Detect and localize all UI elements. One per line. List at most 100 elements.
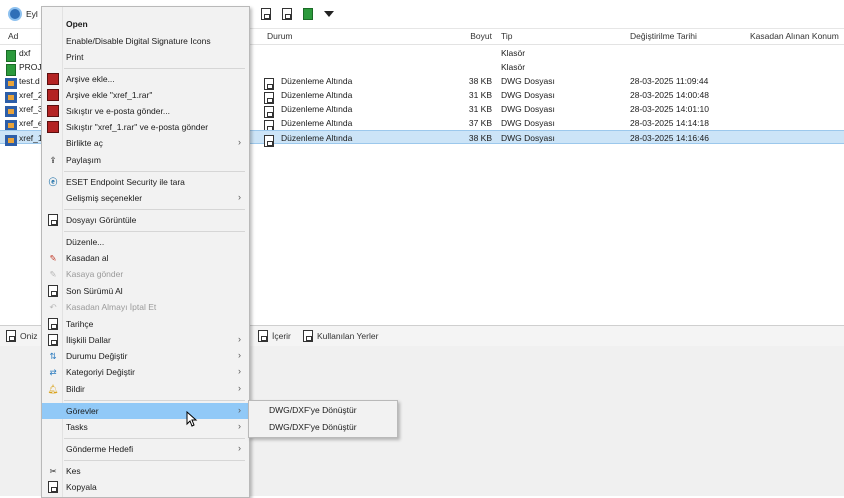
submenu-item-convert-dwg-dxf-2[interactable]: DWG/DXF'ye Dönüştür xyxy=(269,422,357,432)
menu-item-label: Tarihçe xyxy=(66,319,94,329)
row-type: Klasör xyxy=(501,48,526,58)
row-modified: 28-03-2025 14:00:48 xyxy=(630,90,709,100)
tab-where-used[interactable]: Kullanılan Yerler xyxy=(303,330,378,342)
menu-item-label: ESET Endpoint Security ile tara xyxy=(66,177,185,187)
row-modified: 28-03-2025 11:09:44 xyxy=(630,76,709,86)
tab-preview[interactable]: Oniz xyxy=(6,330,37,342)
col-modified[interactable]: Değiştirilme Tarihi xyxy=(630,31,697,41)
winrar-icon xyxy=(47,73,59,85)
properties-icon[interactable] xyxy=(261,8,271,20)
menu-item-label: Gönderme Hedefi xyxy=(66,444,134,454)
submenu-item-convert-dwg-dxf[interactable]: DWG/DXF'ye Dönüştür xyxy=(269,405,357,415)
menu-item-notify[interactable]: 🔔︎ Bildir › xyxy=(42,381,249,397)
menu-item-label: Düzenle... xyxy=(66,237,105,247)
submenu-arrow-icon: › xyxy=(238,405,241,415)
row-size: 37 KB xyxy=(468,118,492,128)
menu-item-label: Kes xyxy=(66,466,81,476)
row-status: Düzenleme Altında xyxy=(281,76,353,86)
submenu-arrow-icon: › xyxy=(238,334,241,344)
col-checkout[interactable]: Kasadan Alınan Konum xyxy=(750,31,839,41)
menu-item-label: Kasadan al xyxy=(66,253,109,263)
menu-separator xyxy=(64,400,245,401)
menu-item-add-archive-named[interactable]: Arşive ekle "xref_1.rar" xyxy=(42,87,249,103)
row-status: Düzenleme Altında xyxy=(281,118,353,128)
menu-item-compress-named-email[interactable]: Sıkıştır "xref_1.rar" ve e-posta gönder xyxy=(42,119,249,135)
vault-title[interactable]: Eyl xyxy=(8,7,38,21)
submenu-arrow-icon: › xyxy=(238,366,241,376)
winrar-icon xyxy=(47,89,59,101)
col-type[interactable]: Tip xyxy=(501,31,513,41)
exit-icon[interactable] xyxy=(303,8,313,20)
row-size: 31 KB xyxy=(468,90,492,100)
menu-separator xyxy=(64,438,245,439)
menu-item-label: Kopyala xyxy=(66,482,97,492)
row-name: dxf xyxy=(19,48,31,58)
row-name: xref_3 xyxy=(19,104,43,114)
menu-item-cut[interactable]: ✂ Kes xyxy=(42,463,249,479)
submenu-item-label: DWG/DXF'ye Dönüştür xyxy=(269,422,357,432)
row-modified: 28-03-2025 14:01:10 xyxy=(630,104,709,114)
menu-separator xyxy=(64,209,245,210)
menu-item-tasks[interactable]: Tasks › xyxy=(42,419,249,435)
submenu-arrow-icon: › xyxy=(238,443,241,453)
menu-item-tasks-tr[interactable]: Görevler › xyxy=(42,403,249,419)
menu-item-copy[interactable]: Kopyala xyxy=(42,479,249,495)
change-state-icon: ⇅ xyxy=(49,350,57,361)
menu-item-label: Dosyayı Görüntüle xyxy=(66,215,137,225)
vault-icon xyxy=(8,7,22,21)
row-type: DWG Dosyası xyxy=(501,104,555,114)
share-icon: ⇪ xyxy=(49,154,57,165)
menu-item-open[interactable]: Open xyxy=(42,16,249,32)
preview-icon xyxy=(6,330,16,342)
col-name[interactable]: Ad xyxy=(8,31,18,41)
menu-item-label: Kategoriyi Değiştir xyxy=(66,367,135,377)
menu-item-label: Kasaya gönder xyxy=(66,269,124,279)
row-type: DWG Dosyası xyxy=(501,133,555,143)
menu-item-label: Sıkıştır "xref_1.rar" ve e-posta gönder xyxy=(66,122,209,132)
submenu-arrow-icon: › xyxy=(238,350,241,360)
menu-item-label: Son Sürümü Al xyxy=(66,286,123,296)
latest-version-icon xyxy=(48,285,58,297)
menu-item-advanced[interactable]: Gelişmiş seçenekler › xyxy=(42,190,249,206)
menu-item-view-file[interactable]: Dosyayı Görüntüle xyxy=(42,212,249,228)
menu-item-enable-disable-signature[interactable]: Enable/Disable Digital Signature Icons xyxy=(42,33,249,49)
file-icon[interactable] xyxy=(282,8,292,20)
menu-item-history[interactable]: Tarihçe xyxy=(42,316,249,332)
menu-item-latest-version[interactable]: Son Sürümü Al xyxy=(42,283,249,299)
row-name: xref_2 xyxy=(19,90,43,100)
row-name: test.d xyxy=(19,76,40,86)
row-type: DWG Dosyası xyxy=(501,76,555,86)
menu-separator xyxy=(64,460,245,461)
menu-item-send-to[interactable]: Gönderme Hedefi › xyxy=(42,441,249,457)
checkout-icon: ✎ xyxy=(49,252,57,263)
row-name: xref_e xyxy=(19,118,43,128)
dropdown-arrow-icon[interactable] xyxy=(324,11,334,17)
menu-separator xyxy=(64,68,245,69)
row-modified: 28-03-2025 14:14:18 xyxy=(630,118,709,128)
menu-item-label: Print xyxy=(66,52,84,62)
bell-icon: 🔔︎ xyxy=(47,383,59,394)
menu-item-share[interactable]: ⇪ Paylaşım xyxy=(42,152,249,168)
menu-item-print[interactable]: Print xyxy=(42,49,249,65)
row-size: 38 KB xyxy=(468,76,492,86)
undo-icon: ↶ xyxy=(49,301,57,312)
menu-item-compress-email[interactable]: Sıkıştır ve e-posta gönder... xyxy=(42,103,249,119)
row-type: DWG Dosyası xyxy=(501,90,555,100)
col-size[interactable]: Boyut xyxy=(440,31,492,41)
context-menu: Open Enable/Disable Digital Signature Ic… xyxy=(41,6,250,498)
dwg-icon xyxy=(5,135,17,146)
menu-item-checkout[interactable]: ✎ Kasadan al xyxy=(42,250,249,266)
menu-item-change-state[interactable]: ⇅ Durumu Değiştir › xyxy=(42,348,249,364)
menu-item-eset-scan[interactable]: ⓔ ESET Endpoint Security ile tara xyxy=(42,174,249,190)
menu-item-open-with[interactable]: Birlikte aç › xyxy=(42,135,249,151)
col-status[interactable]: Durum xyxy=(267,31,293,41)
submenu-arrow-icon: › xyxy=(238,421,241,431)
view-file-icon xyxy=(48,214,58,226)
menu-item-add-archive[interactable]: Arşive ekle... xyxy=(42,71,249,87)
menu-item-edit[interactable]: Düzenle... xyxy=(42,234,249,250)
mouse-cursor-icon xyxy=(186,411,198,427)
menu-item-related-branches[interactable]: İlişkili Dallar › xyxy=(42,332,249,348)
menu-item-change-category[interactable]: ⇄ Kategoriyi Değiştir › xyxy=(42,364,249,380)
tab-contains[interactable]: İçerir xyxy=(258,330,291,342)
menu-item-label: Arşive ekle "xref_1.rar" xyxy=(66,90,153,100)
